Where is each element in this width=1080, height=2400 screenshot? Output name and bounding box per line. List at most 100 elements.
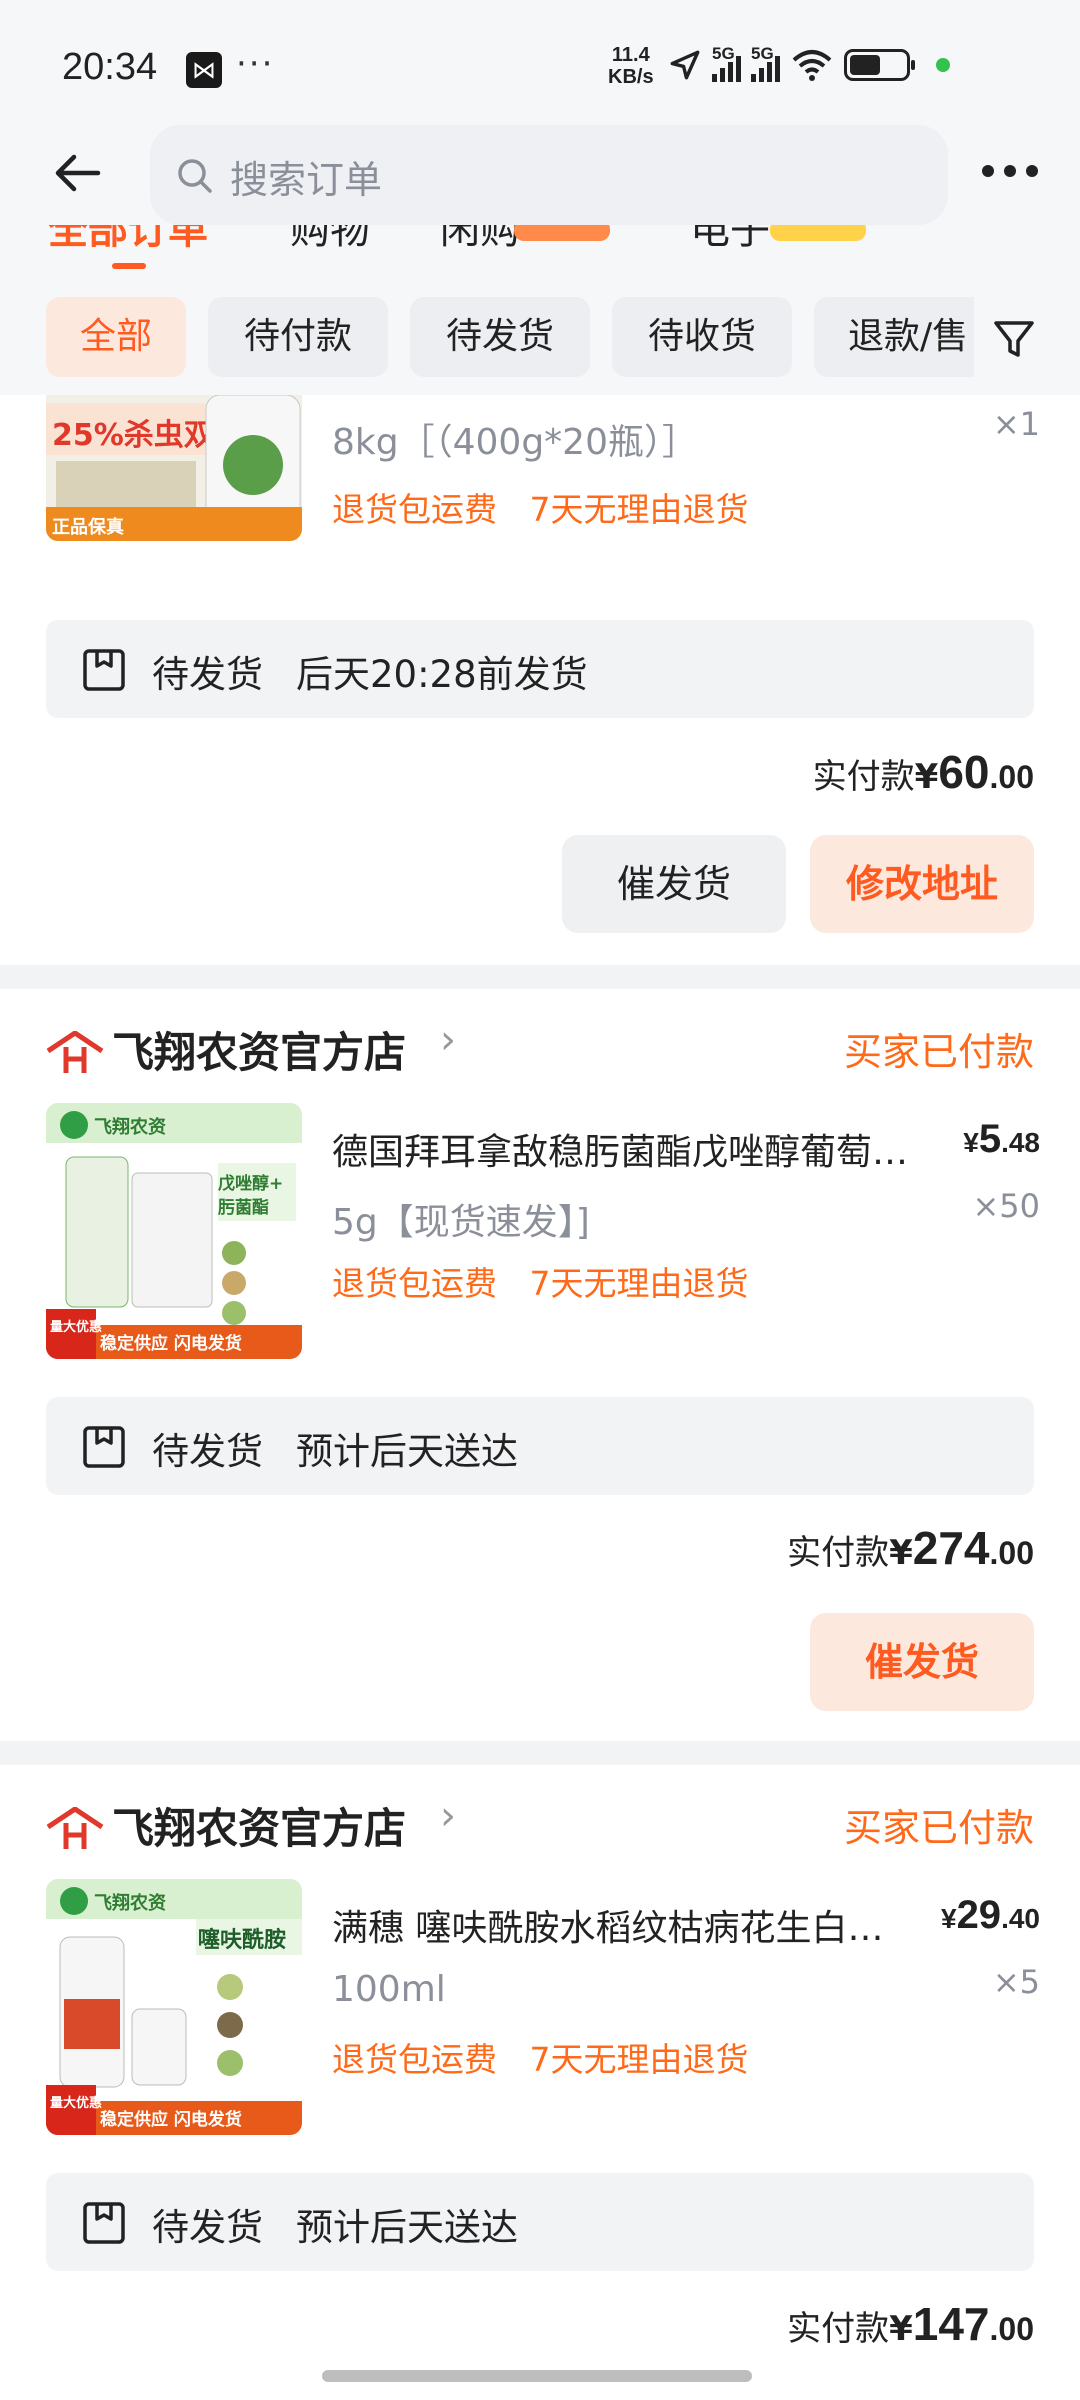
back-arrow-icon[interactable] <box>50 145 106 201</box>
search-input[interactable]: 搜索订单 <box>150 125 948 225</box>
location-icon <box>670 50 700 80</box>
product-quantity: ×50 <box>972 1187 1040 1225</box>
privacy-indicator-icon <box>936 58 950 72</box>
store-logo-icon <box>46 1031 104 1073</box>
tab-badge <box>770 225 866 241</box>
app-notification-icon: ⋈ <box>186 52 222 88</box>
filter-pending-payment[interactable]: 待付款 <box>208 297 388 377</box>
service-tags: 退货包运费 7天无理由退货 <box>332 483 749 531</box>
tab-all-orders[interactable]: 全部订单 <box>48 225 208 255</box>
paid-amount: 实付款¥274.00 <box>787 1522 1034 1574</box>
product-spec: 100ml <box>332 1969 446 2010</box>
store-name[interactable]: 飞翔农资官方店 <box>112 1795 406 1856</box>
paid-amount: 实付款¥147.00 <box>787 2298 1034 2350</box>
order-status: 买家已付款 <box>843 1030 1034 1074</box>
order-status: 买家已付款 <box>843 1806 1034 1850</box>
filter-refund-aftersale[interactable]: 退款/售 <box>814 297 974 377</box>
shipping-status: 待发货 <box>152 653 263 696</box>
more-menu-icon[interactable] <box>982 165 1038 177</box>
urge-shipment-button[interactable]: 催发货 <box>810 1613 1034 1711</box>
product-price: ¥5.48 <box>963 1117 1040 1161</box>
product-spec: 5g【现货速发】] <box>332 1202 590 1243</box>
status-time: 20:34 <box>62 46 158 88</box>
battery-icon <box>844 49 915 81</box>
package-icon <box>83 2202 125 2244</box>
product-spec: 8kg［（400g*20瓶）］ <box>332 422 698 463</box>
image-brand: 飞翔农资 <box>94 1116 166 1138</box>
product-quantity: ×5 <box>992 1963 1040 2001</box>
filter-pending-receipt[interactable]: 待收货 <box>612 297 792 377</box>
tab-shopping[interactable]: 购物 <box>290 225 370 255</box>
product-photo: 飞翔农资 噻呋酰胺 稳定供应 闪电发货 量大优惠 <box>46 1879 302 2135</box>
tag-7day-return: 7天无理由退货 <box>529 1264 749 1303</box>
shipping-eta: 后天20:28前发货 <box>296 653 588 696</box>
image-text: 戊唑醇+ <box>218 1173 283 1194</box>
tab-badge <box>514 225 610 241</box>
product-price: ¥29.40 <box>940 1893 1040 1937</box>
tag-free-return-shipping: 退货包运费 <box>332 2040 497 2079</box>
service-tags: 退货包运费 7天无理由退货 <box>332 2033 749 2081</box>
image-caption: 正品保真 <box>52 516 124 538</box>
product-image[interactable]: 飞翔农资 噻呋酰胺 稳定供应 闪电发货 量大优惠 <box>46 1879 302 2135</box>
product-name[interactable]: 满穗 噻呋酰胺水稻纹枯病花生白… <box>332 1899 932 1951</box>
tag-free-return-shipping: 退货包运费 <box>332 490 497 529</box>
wifi-icon <box>792 50 832 81</box>
product-quantity: ×1 <box>992 405 1040 443</box>
search-placeholder: 搜索订单 <box>230 158 383 202</box>
product-photo: 25%杀虫双 正品保真 <box>46 395 302 541</box>
change-address-button[interactable]: 修改地址 <box>810 835 1034 933</box>
tag-7day-return: 7天无理由退货 <box>529 2040 749 2079</box>
more-notifications-icon: ··· <box>236 44 275 84</box>
chevron-right-icon: › <box>440 1017 456 1063</box>
tag-7day-return: 7天无理由退货 <box>529 490 749 529</box>
product-photo: 飞翔农资 戊唑醇+ 肟菌酯 稳定供应 闪电发货 量大优惠 <box>46 1103 302 1359</box>
filter-all[interactable]: 全部 <box>46 297 186 377</box>
product-image[interactable]: 25%杀虫双 正品保真 <box>46 395 302 541</box>
home-indicator[interactable] <box>322 2370 752 2382</box>
top-bar: 搜索订单 <box>0 125 1080 225</box>
store-logo-icon <box>46 1807 104 1849</box>
paid-amount: 实付款¥60.00 <box>812 746 1034 798</box>
filter-funnel-icon[interactable] <box>990 315 1038 363</box>
order-card[interactable]: 25%杀虫双 正品保真 8kg［（400g*20瓶）］ ×1 退货包运费 7天无… <box>0 395 1080 960</box>
order-card[interactable]: 飞翔农资官方店 › 买家已付款 飞翔农资 戊唑醇+ 肟菌酯 稳定供应 闪电发货 <box>0 989 1080 1741</box>
tab-second-hand[interactable]: 闲购 <box>440 225 520 255</box>
status-filter-bar: 全部 待付款 待发货 待收货 退款/售 <box>0 275 1080 395</box>
card-divider <box>0 965 1080 989</box>
image-corner: 量大优惠 <box>50 2095 102 2111</box>
service-tags: 退货包运费 7天无理由退货 <box>332 1257 749 1305</box>
shipping-status-bar[interactable]: 待发货 预计后天送达 <box>46 2173 1034 2271</box>
product-image[interactable]: 飞翔农资 戊唑醇+ 肟菌酯 稳定供应 闪电发货 量大优惠 <box>46 1103 302 1359</box>
product-name[interactable]: 德国拜耳拿敌稳肟菌酯戊唑醇葡萄… <box>332 1123 932 1175</box>
tab-electronics[interactable]: 电子 <box>690 225 770 255</box>
shipping-status-bar[interactable]: 待发货 预计后天送达 <box>46 1397 1034 1495</box>
signal-1-icon: 5G <box>712 44 741 82</box>
store-name[interactable]: 飞翔农资官方店 <box>112 1019 406 1080</box>
shipping-eta: 预计后天送达 <box>296 2206 518 2249</box>
urge-shipment-button[interactable]: 催发货 <box>562 835 786 933</box>
package-icon <box>83 1426 125 1468</box>
package-icon <box>83 649 125 691</box>
active-tab-indicator <box>112 263 146 269</box>
shipping-status-bar[interactable]: 待发货 后天20:28前发货 <box>46 620 1034 718</box>
card-divider <box>0 1741 1080 1765</box>
order-type-tabs: 全部订单 购物 闲购 电子 <box>0 225 1080 275</box>
filter-pending-shipment[interactable]: 待发货 <box>410 297 590 377</box>
order-card[interactable]: 飞翔农资官方店 › 买家已付款 飞翔农资 噻呋酰胺 稳定供应 闪电发货 量大优惠… <box>0 1765 1080 2400</box>
image-banner: 稳定供应 闪电发货 <box>100 2109 242 2130</box>
search-icon <box>178 159 212 193</box>
tag-free-return-shipping: 退货包运费 <box>332 1264 497 1303</box>
image-text: 25%杀虫双 <box>52 418 214 453</box>
status-bar: 20:34 ⋈ ··· 11.4 KB/s 5G 5G <box>0 0 1080 125</box>
order-list: 25%杀虫双 正品保真 8kg［（400g*20瓶）］ ×1 退货包运费 7天无… <box>0 395 1080 2400</box>
image-brand: 飞翔农资 <box>94 1892 166 1914</box>
status-icons: 5G 5G <box>668 44 950 82</box>
image-text: 噻呋酰胺 <box>198 1927 286 1953</box>
image-corner: 量大优惠 <box>50 1319 102 1335</box>
shipping-status: 待发货 <box>152 2206 263 2249</box>
image-banner: 稳定供应 闪电发货 <box>100 1333 242 1354</box>
shipping-eta: 预计后天送达 <box>296 1430 518 1473</box>
signal-2-icon: 5G <box>751 44 780 82</box>
chevron-right-icon: › <box>440 1793 456 1839</box>
shipping-status: 待发货 <box>152 1430 263 1473</box>
